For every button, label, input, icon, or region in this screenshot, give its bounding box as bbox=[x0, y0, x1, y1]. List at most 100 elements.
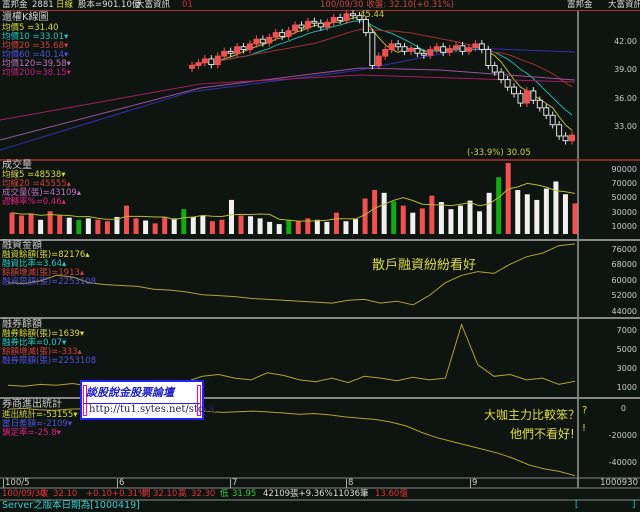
exclamation-mark: ! bbox=[582, 423, 587, 434]
volume-bar bbox=[457, 205, 463, 234]
volume-bar bbox=[496, 177, 502, 234]
volume-bar bbox=[228, 199, 234, 234]
status-bracket-left: [ bbox=[575, 500, 579, 510]
volume-bar bbox=[505, 163, 511, 234]
price-axis-tick: 42.00 bbox=[614, 37, 637, 46]
volume-bar bbox=[353, 219, 359, 234]
info-trades: 11036筆 bbox=[333, 489, 369, 499]
volume-bar bbox=[477, 211, 483, 234]
candle-body bbox=[382, 49, 389, 57]
candle-body bbox=[246, 43, 253, 51]
candle-body bbox=[311, 20, 318, 24]
candle-body bbox=[459, 45, 466, 52]
short-panel-title: 融券餘額 bbox=[2, 319, 42, 330]
volume-bar bbox=[152, 223, 158, 234]
volume-bar bbox=[267, 221, 273, 234]
candle-body bbox=[511, 86, 518, 95]
volume-bar bbox=[524, 194, 530, 234]
question-mark: ? bbox=[582, 405, 588, 416]
info-change-pct: +0.31% bbox=[112, 489, 147, 499]
candle-body bbox=[478, 43, 485, 51]
info-close: 32.10 bbox=[53, 489, 78, 499]
candle-body bbox=[330, 17, 337, 23]
candle-body bbox=[569, 134, 575, 142]
info-open-label: 開 bbox=[142, 489, 151, 499]
margin-axis-tick: 76000 bbox=[611, 245, 637, 254]
candle-body bbox=[272, 32, 279, 38]
info-open: 32.10 bbox=[153, 489, 178, 499]
volume-panel-title: 成交量 bbox=[2, 160, 32, 171]
volume-bar bbox=[295, 221, 301, 234]
candle-body bbox=[195, 62, 202, 67]
volume-bar bbox=[343, 221, 349, 234]
candle-body bbox=[472, 43, 479, 49]
broker-annotation-1: 大咖主力比較笨？ bbox=[484, 408, 581, 422]
candle-body bbox=[517, 93, 524, 104]
candle-body bbox=[440, 46, 447, 53]
volume-bar bbox=[372, 189, 378, 234]
info-high-label: 高 bbox=[178, 489, 187, 499]
volume-bar bbox=[467, 200, 473, 234]
volume-bar bbox=[133, 218, 139, 234]
volume-bar bbox=[57, 215, 63, 234]
info-volume: 42109張+9.36% bbox=[263, 489, 333, 499]
candle-body bbox=[201, 58, 208, 64]
volume-bar bbox=[562, 194, 568, 234]
short-legend: 融券餘額(張)=1639▾ 融券比率=0.07▾ 餘額增減(張)=-333▴ 融… bbox=[2, 330, 96, 366]
forum-ad-banner[interactable]: 談股說金股票論壇 http://tu1.sytes.net/stock bbox=[80, 380, 216, 420]
info-high: 32.30 bbox=[191, 489, 216, 499]
broker-panel-title: 券商進出統計 bbox=[2, 399, 62, 410]
ma200-label: 均價200=38.15▾ bbox=[2, 68, 71, 78]
candle-body bbox=[414, 48, 421, 54]
broker-axis-tick: -40000 bbox=[608, 458, 637, 467]
volume-bar bbox=[391, 201, 397, 234]
candle-body bbox=[285, 30, 292, 37]
price-axis-tick: 33.00 bbox=[614, 122, 637, 131]
candle-body bbox=[298, 24, 305, 29]
candle-body bbox=[375, 55, 382, 66]
candle-body bbox=[536, 99, 543, 109]
ma200-line bbox=[0, 74, 576, 121]
candle-body bbox=[324, 21, 331, 28]
candle-body bbox=[388, 43, 395, 51]
ma-legend: 均價5 =31.40 均價10 =33.01▾ 均價20 =35.68▾ 均價6… bbox=[2, 24, 71, 78]
volume-legend: 均線5 =48538▾ 均線20 =45555▴ 成交量(張)=43109▴ 週… bbox=[2, 171, 81, 207]
volume-bar bbox=[534, 199, 540, 234]
candle-body bbox=[234, 46, 241, 54]
ma10-line bbox=[191, 20, 573, 116]
price-panel-title: 還權K線圖 bbox=[2, 12, 49, 23]
broker-lock-label: 鎖定率=-25.8▾ bbox=[2, 428, 61, 438]
volume-bar bbox=[85, 218, 91, 234]
candle-body bbox=[350, 13, 357, 17]
candle-body bbox=[304, 20, 311, 29]
ma20-line bbox=[191, 28, 573, 88]
info-change: +0.10 bbox=[86, 489, 113, 499]
volume-bar bbox=[9, 212, 15, 234]
candle-body bbox=[523, 90, 530, 104]
volume-bar bbox=[276, 224, 282, 234]
date-end: 1000930 bbox=[600, 478, 638, 488]
volume-bar bbox=[286, 219, 292, 234]
candle-body bbox=[266, 36, 273, 44]
volume-bar bbox=[314, 219, 320, 234]
candle-body bbox=[208, 58, 215, 66]
ad-url[interactable]: http://tu1.sytes.net/stock bbox=[84, 403, 216, 415]
volume-bar bbox=[143, 220, 149, 234]
date-tick: 7 bbox=[230, 478, 238, 488]
info-amount: 13.60億 bbox=[375, 489, 408, 499]
short-axis-tick: 1000 bbox=[616, 383, 637, 392]
volume-bar bbox=[333, 212, 339, 234]
info-low: 31.95 bbox=[232, 489, 257, 499]
candle-body bbox=[292, 24, 299, 32]
candle-body bbox=[465, 47, 472, 52]
volume-axis-tick: 90000 bbox=[611, 165, 637, 174]
price-axis-tick: 39.00 bbox=[614, 65, 637, 74]
info-close-label: 收 bbox=[40, 489, 49, 499]
candle-body bbox=[221, 50, 228, 57]
volume-bar bbox=[248, 216, 254, 234]
volume-bar bbox=[28, 213, 34, 234]
candle-body bbox=[485, 49, 492, 66]
broker-annotation-2: 他們不看好! bbox=[510, 427, 575, 441]
volume-bar bbox=[257, 218, 263, 234]
volume-bar bbox=[38, 219, 44, 234]
